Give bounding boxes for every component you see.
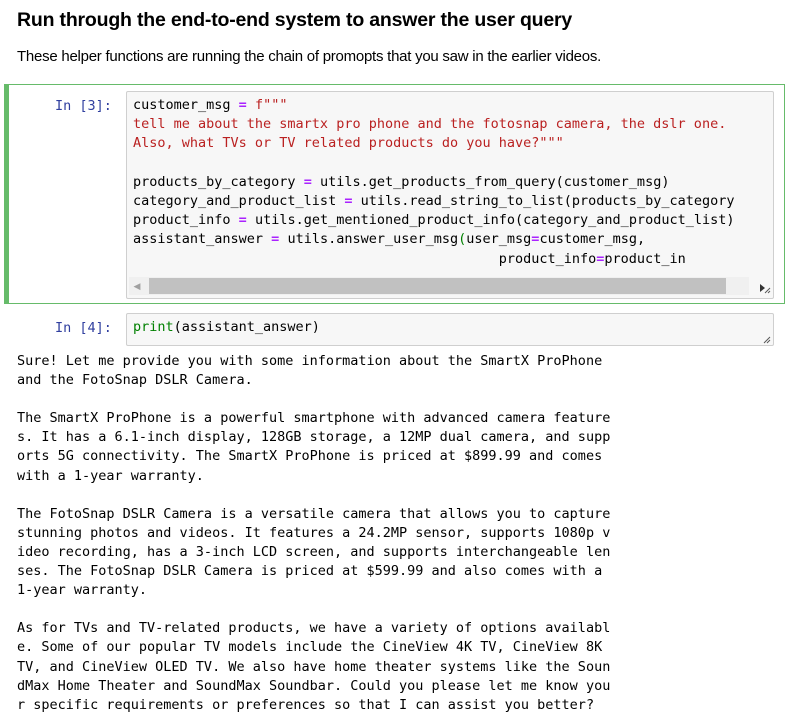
code-token: product_info	[133, 250, 597, 267]
code-line[interactable]: print(assistant_answer)	[133, 318, 320, 337]
code-token-op: =	[238, 97, 247, 113]
code-line[interactable]: product_info=product_in	[133, 250, 734, 269]
code-token: utils.answer_user_msg	[279, 231, 459, 248]
code-line[interactable]: customer_msg = f"""	[133, 96, 734, 115]
code-token: user_msg	[466, 231, 532, 248]
code-line[interactable]	[133, 154, 734, 173]
code-token: category_and_product_list	[133, 192, 345, 209]
output-line: ideo recording, has a 3-inch LCD screen,…	[17, 543, 611, 560]
output-line: dMax Home Theater and SoundMax Soundbar.…	[17, 677, 611, 694]
scroll-right-arrow-icon	[760, 284, 765, 292]
resize-grip-icon[interactable]	[759, 282, 771, 294]
scrollbar-thumb[interactable]	[149, 278, 726, 294]
code-line[interactable]: tell me about the smartx pro phone and t…	[133, 115, 734, 134]
output-line: TV, and CineView OLED TV. We also have h…	[17, 658, 611, 675]
output-line: orts 5G connectivity. The SmartX ProPhon…	[17, 448, 603, 465]
output-line: 1-year warranty.	[17, 582, 148, 599]
output-line: ses. The FotoSnap DSLR Camera is priced …	[17, 563, 603, 580]
output-line: As for TVs and TV-related products, we h…	[17, 620, 611, 637]
code-token-op: =	[238, 212, 247, 229]
resize-grip-icon[interactable]	[759, 332, 771, 344]
code-token: utils.get_products_from_query(customer_m…	[311, 173, 670, 190]
output-line: The FotoSnap DSLR Camera is a versatile …	[17, 505, 611, 522]
output-line: r specific requirements or preferences s…	[17, 696, 595, 713]
code-token: product_info	[133, 212, 239, 229]
code-token: assistant_answer	[133, 231, 272, 248]
code-line[interactable]: products_by_category = utils.get_product…	[133, 173, 734, 192]
code-line[interactable]: assistant_answer = utils.answer_user_msg…	[133, 230, 734, 249]
cell-4-prompt: In [4]:	[55, 320, 112, 336]
code-line[interactable]: Also, what TVs or TV related products do…	[133, 134, 734, 153]
code-token: products_by_category	[133, 173, 304, 190]
code-token: utils.get_mentioned_product_info(categor…	[246, 212, 735, 229]
code-token-op: =	[303, 173, 312, 190]
output-line: and the FotoSnap DSLR Camera.	[17, 372, 253, 389]
code-token: customer_msg,	[539, 231, 646, 248]
output-line: stunning photos and videos. It features …	[17, 524, 611, 541]
code-token-builtin: print	[133, 319, 174, 335]
cell-4-output: Sure! Let me provide you with some infor…	[17, 352, 610, 715]
output-line: s. It has a 6.1-inch display, 128GB stor…	[17, 429, 611, 446]
output-line: Sure! Let me provide you with some infor…	[17, 353, 603, 369]
code-token-str: f"""	[246, 97, 288, 113]
code-token: customer_msg	[133, 97, 239, 113]
code-line[interactable]: category_and_product_list = utils.read_s…	[133, 192, 734, 211]
code-token-str: Also, what TVs or TV related products do…	[133, 135, 564, 152]
markdown-paragraph: These helper functions are running the c…	[17, 48, 602, 65]
code-line[interactable]: product_info = utils.get_mentioned_produ…	[133, 211, 734, 230]
cell-3-code-input[interactable]: customer_msg = f""" tell me about the sma…	[126, 91, 774, 299]
cell-3-code[interactable]: customer_msg = f""" tell me about the sma…	[133, 96, 734, 269]
cell-3-prompt: In [3]:	[55, 98, 112, 114]
markdown-heading: Run through the end-to-end system to ans…	[17, 9, 573, 31]
output-line: with a 1-year warranty.	[17, 467, 204, 484]
code-token: product_in	[604, 250, 686, 267]
output-line: The SmartX ProPhone is a powerful smartp…	[17, 410, 611, 427]
output-line: e. Some of our popular TV models include…	[17, 639, 603, 656]
cell-4-code-input[interactable]: print(assistant_answer)	[126, 313, 774, 346]
cell-4-code[interactable]: print(assistant_answer)	[133, 318, 320, 337]
code-token: utils.read_string_to_list(products_by_ca…	[352, 192, 735, 209]
code-token: (assistant_answer)	[173, 319, 320, 335]
scroll-left-arrow-icon[interactable]: ◀	[129, 277, 145, 295]
horizontal-scrollbar[interactable]: ◀	[129, 277, 749, 295]
code-token-str: tell me about the smartx pro phone and t…	[133, 116, 727, 133]
